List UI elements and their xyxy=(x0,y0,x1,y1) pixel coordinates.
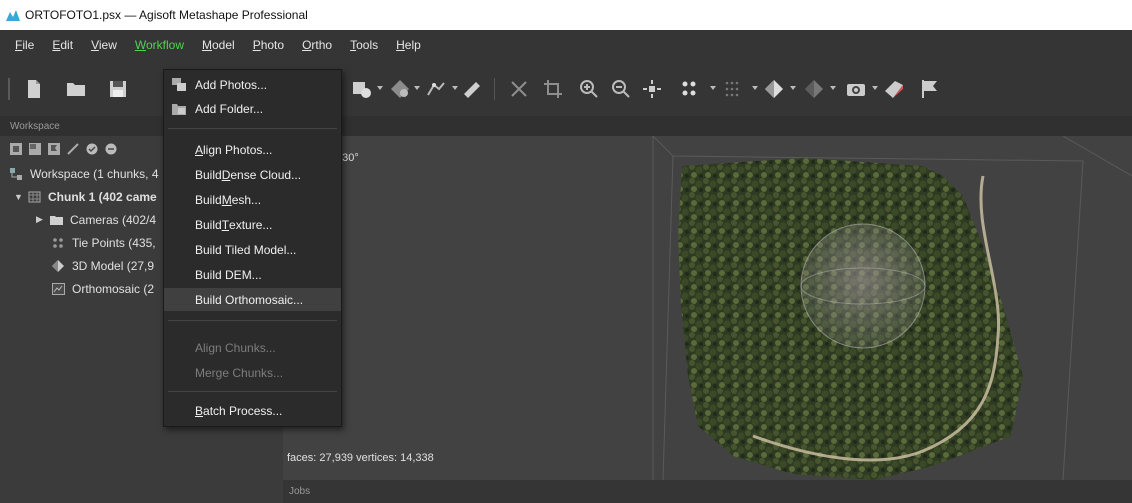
marker-tool-icon[interactable] xyxy=(426,79,446,99)
menu-add-photos[interactable]: Add Photos... xyxy=(164,73,341,96)
menu-build-dense-cloud[interactable]: Build Dense Cloud... xyxy=(164,163,341,186)
menu-edit[interactable]: Edit xyxy=(43,34,82,56)
tree-workspace-label: Workspace (1 chunks, 4 xyxy=(30,166,159,181)
rotation-sphere[interactable] xyxy=(800,223,926,349)
menu-build-tiled-model[interactable]: Build Tiled Model... xyxy=(164,238,341,261)
model-dropdown-arrow[interactable] xyxy=(790,86,796,90)
add-chunk-icon[interactable] xyxy=(10,143,22,155)
model-icon xyxy=(52,259,64,272)
workspace-icon xyxy=(10,167,22,180)
disable-icon[interactable] xyxy=(105,143,117,155)
point-cloud-dropdown-arrow[interactable] xyxy=(710,86,716,90)
menu-align-photos[interactable]: Align Photos... xyxy=(164,138,341,161)
enable-icon[interactable] xyxy=(86,143,98,155)
menu-build-texture[interactable]: Build Texture... xyxy=(164,213,341,236)
tree-3d-model-label: 3D Model (27,9 xyxy=(72,258,155,273)
camera-icon[interactable] xyxy=(846,79,866,99)
tiled-model-dropdown-arrow[interactable] xyxy=(830,86,836,90)
tree-chunk-label: Chunk 1 (402 came xyxy=(48,189,157,204)
zoom-in-icon[interactable] xyxy=(579,79,599,99)
menu-build-orthomosaic[interactable]: Build Orthomosaic... xyxy=(164,288,341,311)
marker-dropdown-arrow[interactable] xyxy=(452,86,458,90)
menu-tools[interactable]: Tools xyxy=(341,34,387,56)
chevron-right-icon[interactable]: ▶ xyxy=(36,214,46,225)
metashape-app-icon xyxy=(6,9,20,21)
chunk-icon xyxy=(28,191,41,202)
dense-cloud-icon[interactable] xyxy=(724,79,744,99)
viewport-scene[interactable] xyxy=(283,136,1132,480)
menu-batch-process[interactable]: Batch Process... xyxy=(164,399,341,422)
selection-dropdown-arrow[interactable] xyxy=(414,86,420,90)
menu-add-folder[interactable]: Add Folder... xyxy=(164,97,341,120)
add-marker-icon[interactable] xyxy=(48,143,60,155)
model-shaded-icon[interactable] xyxy=(764,79,784,99)
zoom-out-icon[interactable] xyxy=(611,79,631,99)
menu-separator xyxy=(168,391,337,392)
open-folder-icon[interactable] xyxy=(66,79,86,99)
new-document-icon[interactable] xyxy=(24,79,44,99)
point-cloud-icon[interactable] xyxy=(681,79,701,99)
navigation-hand-icon[interactable] xyxy=(352,79,372,99)
crop-selection-icon[interactable] xyxy=(543,79,563,99)
save-icon[interactable] xyxy=(108,79,128,99)
menu-align-chunks[interactable]: Align Chunks... xyxy=(164,336,341,359)
camera-dropdown-arrow[interactable] xyxy=(872,86,878,90)
window-title: ORTOFOTO1.psx — Agisoft Metashape Profes… xyxy=(25,8,308,22)
viewport-stats: faces: 27,939 vertices: 14,338 xyxy=(287,452,434,464)
ruler-icon[interactable] xyxy=(462,79,482,99)
menu-merge-chunks[interactable]: Merge Chunks... xyxy=(164,361,341,384)
add-photos-small-icon[interactable] xyxy=(29,143,41,155)
dense-cloud-dropdown-arrow[interactable] xyxy=(752,86,758,90)
selection-tool-icon[interactable] xyxy=(390,79,410,99)
add-scalebar-icon[interactable] xyxy=(67,143,79,155)
menu-build-mesh[interactable]: Build Mesh... xyxy=(164,188,341,211)
orthomosaic-icon xyxy=(52,282,65,295)
menu-help[interactable]: Help xyxy=(387,34,430,56)
add-photos-icon xyxy=(172,78,186,91)
model-viewport[interactable]: ive 30° faces: 27,939 vertices: 14,338 xyxy=(283,116,1132,480)
title-bar: ORTOFOTO1.psx — Agisoft Metashape Profes… xyxy=(0,0,1132,30)
toolbar-separator xyxy=(494,78,495,100)
menu-ortho[interactable]: Ortho xyxy=(293,34,341,56)
flag-icon[interactable] xyxy=(920,79,940,99)
delete-selection-icon[interactable] xyxy=(509,79,529,99)
tiled-model-icon[interactable] xyxy=(804,79,824,99)
workflow-menu: Add Photos... Add Folder... Align Photos… xyxy=(163,69,342,427)
toolbar-grip xyxy=(8,78,10,100)
menu-build-dem[interactable]: Build DEM... xyxy=(164,263,341,286)
menu-photo[interactable]: Photo xyxy=(244,34,293,56)
tie-points-icon xyxy=(53,237,63,248)
orthomosaic-shape-icon[interactable] xyxy=(884,79,904,99)
menu-view[interactable]: View xyxy=(82,34,126,56)
jobs-panel-tab[interactable]: Jobs xyxy=(283,480,1132,503)
menu-separator xyxy=(168,128,337,129)
folder-icon xyxy=(50,215,63,225)
menu-separator xyxy=(168,320,337,321)
menu-model[interactable]: Model xyxy=(193,34,244,56)
chevron-down-icon[interactable]: ▼ xyxy=(14,192,24,202)
tree-orthomosaic-label: Orthomosaic (2 xyxy=(72,281,155,296)
viewport-header xyxy=(283,116,1132,136)
navigation-dropdown-arrow[interactable] xyxy=(377,86,383,90)
add-folder-icon xyxy=(172,104,186,115)
menu-bar: File Edit View Workflow Model Photo Orth… xyxy=(0,30,1132,60)
tree-cameras-label: Cameras (402/4 xyxy=(70,212,157,227)
tree-tie-points-label: Tie Points (435, xyxy=(72,235,156,250)
reset-view-icon[interactable] xyxy=(642,79,662,99)
menu-workflow[interactable]: Workflow xyxy=(126,34,193,56)
menu-file[interactable]: File xyxy=(6,34,43,56)
